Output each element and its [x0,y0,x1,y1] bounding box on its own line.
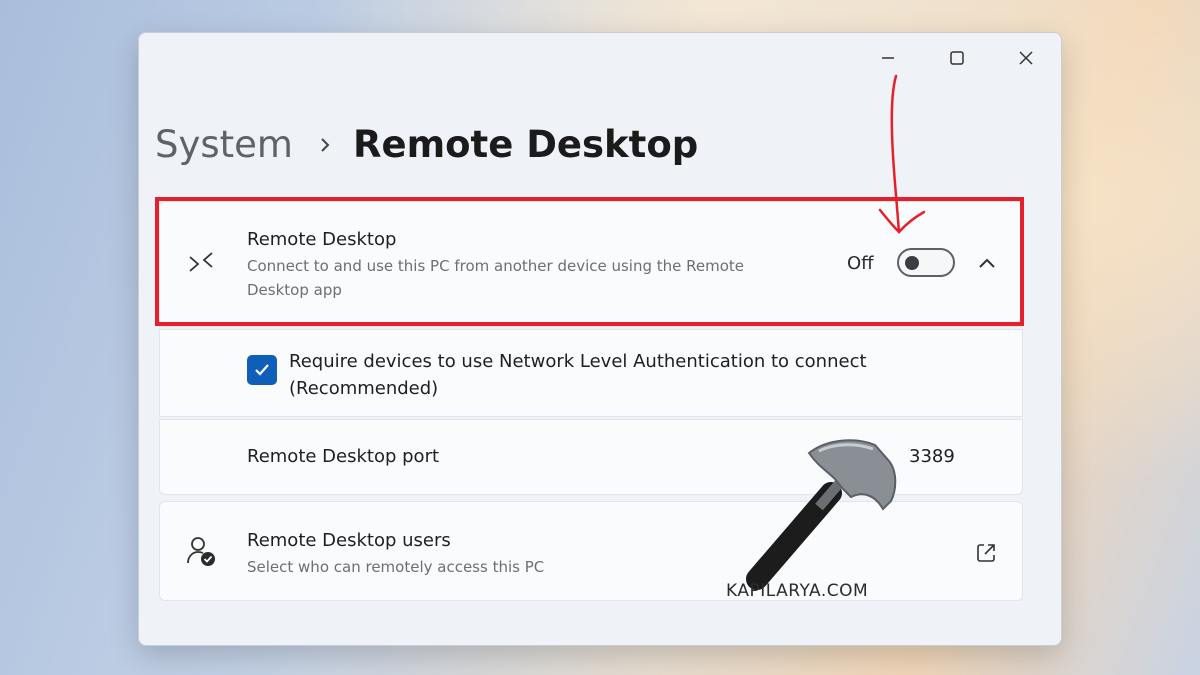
user-check-icon [187,537,215,566]
breadcrumb-parent[interactable]: System [155,123,293,166]
port-label: Remote Desktop port [247,446,440,467]
nla-label-line2: (Recommended) [289,378,439,399]
remote-desktop-icon [189,252,213,272]
remote-desktop-title: Remote Desktop [247,229,397,250]
nla-checkbox[interactable] [247,355,277,385]
close-icon [1019,51,1033,65]
breadcrumb: System Remote Desktop [155,123,698,166]
users-title: Remote Desktop users [247,530,451,551]
toggle-knob [905,255,919,270]
chevron-up-icon[interactable] [977,255,997,271]
maximize-button[interactable] [934,43,980,73]
chevron-right-icon [319,136,331,154]
watermark: KAPILARYA.COM [726,581,869,601]
remote-desktop-description-line1: Connect to and use this PC from another … [247,257,745,275]
minimize-button[interactable] [865,43,911,73]
hammer-logo [746,439,897,590]
close-button[interactable] [1003,43,1049,73]
remote-desktop-description-line2: Desktop app [247,281,342,299]
open-external-icon[interactable] [975,542,997,564]
remote-desktop-toggle[interactable] [897,248,955,277]
page-title: Remote Desktop [352,123,699,166]
checkmark-icon [255,364,269,376]
port-value: 3389 [909,446,955,467]
settings-window: System Remote Desktop Remote Desktop Con… [138,32,1062,646]
maximize-icon [950,51,964,65]
users-description: Select who can remotely access this PC [247,558,545,576]
nla-label-line1: Require devices to use Network Level Aut… [289,351,867,372]
toggle-state-label: Off [847,253,874,274]
minimize-icon [882,57,894,59]
nla-card [159,329,1023,417]
